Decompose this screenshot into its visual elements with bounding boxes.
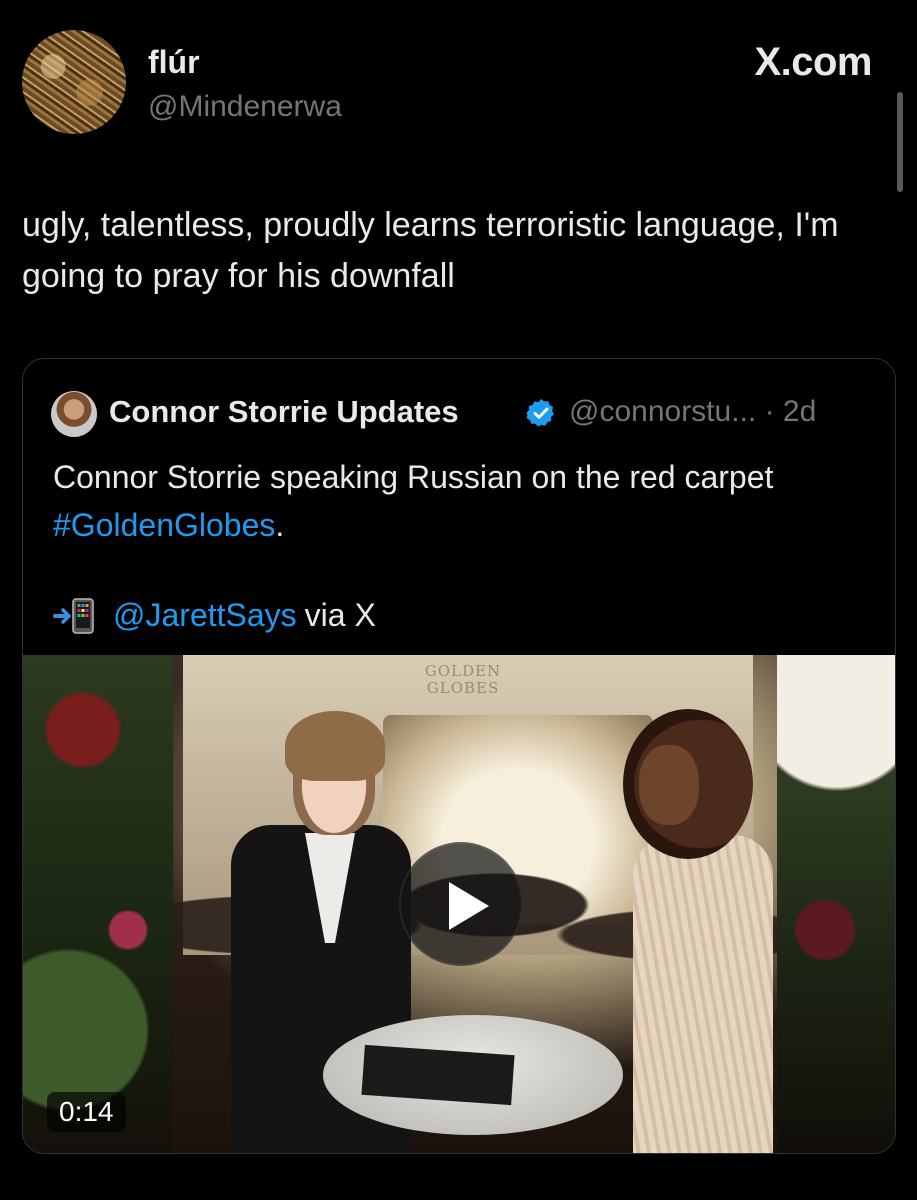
flowers-left: [23, 655, 173, 1153]
x-logo: X.com: [754, 40, 872, 85]
woman-face: [639, 745, 699, 825]
play-icon[interactable]: [399, 842, 523, 966]
video-duration: 0:14: [47, 1092, 126, 1132]
quoted-text-body: Connor Storrie speaking Russian on the r…: [53, 459, 774, 495]
woman-interviewer: [603, 705, 783, 1153]
hashtag-link[interactable]: #GoldenGlobes: [53, 507, 275, 543]
golden-globes-sign: GOLDEN GLOBES: [424, 662, 502, 697]
quoted-text: Connor Storrie speaking Russian on the r…: [53, 453, 853, 549]
video-player[interactable]: GOLDEN GLOBES 0:14: [23, 655, 895, 1153]
brand-text: X.com: [754, 40, 872, 84]
scrollbar[interactable]: [897, 92, 903, 192]
quoted-handle-time[interactable]: @connorstu... · 2d: [569, 395, 816, 429]
quoted-avatar[interactable]: [51, 391, 97, 437]
flowers-right: [777, 655, 895, 1153]
mention-link[interactable]: @JarettSays: [113, 597, 297, 634]
via-text: via X: [304, 597, 376, 633]
mobile-phone-with-arrow-icon: [53, 597, 94, 634]
avatar[interactable]: [22, 30, 126, 134]
woman-dress: [633, 835, 773, 1153]
verified-badge-icon: [526, 399, 554, 427]
post-text: ugly, talentless, proudly learns terrori…: [22, 206, 839, 295]
table-book: [361, 1044, 515, 1106]
quoted-text-end: .: [275, 507, 285, 543]
man-hair: [285, 711, 385, 781]
quoted-display-name[interactable]: Connor Storrie Updates: [109, 394, 459, 430]
quoted-post[interactable]: Connor Storrie Updates @connorstu... · 2…: [22, 358, 896, 1154]
user-handle[interactable]: @Mindenerwa: [148, 90, 342, 124]
quoted-time: · 2d: [764, 395, 817, 428]
quoted-handle[interactable]: @connorstu...: [569, 395, 756, 428]
quoted-credit: @JarettSays via X: [53, 597, 376, 634]
display-name[interactable]: flúr: [148, 44, 200, 81]
post-header: flúr @Mindenerwa X.com: [22, 30, 882, 140]
